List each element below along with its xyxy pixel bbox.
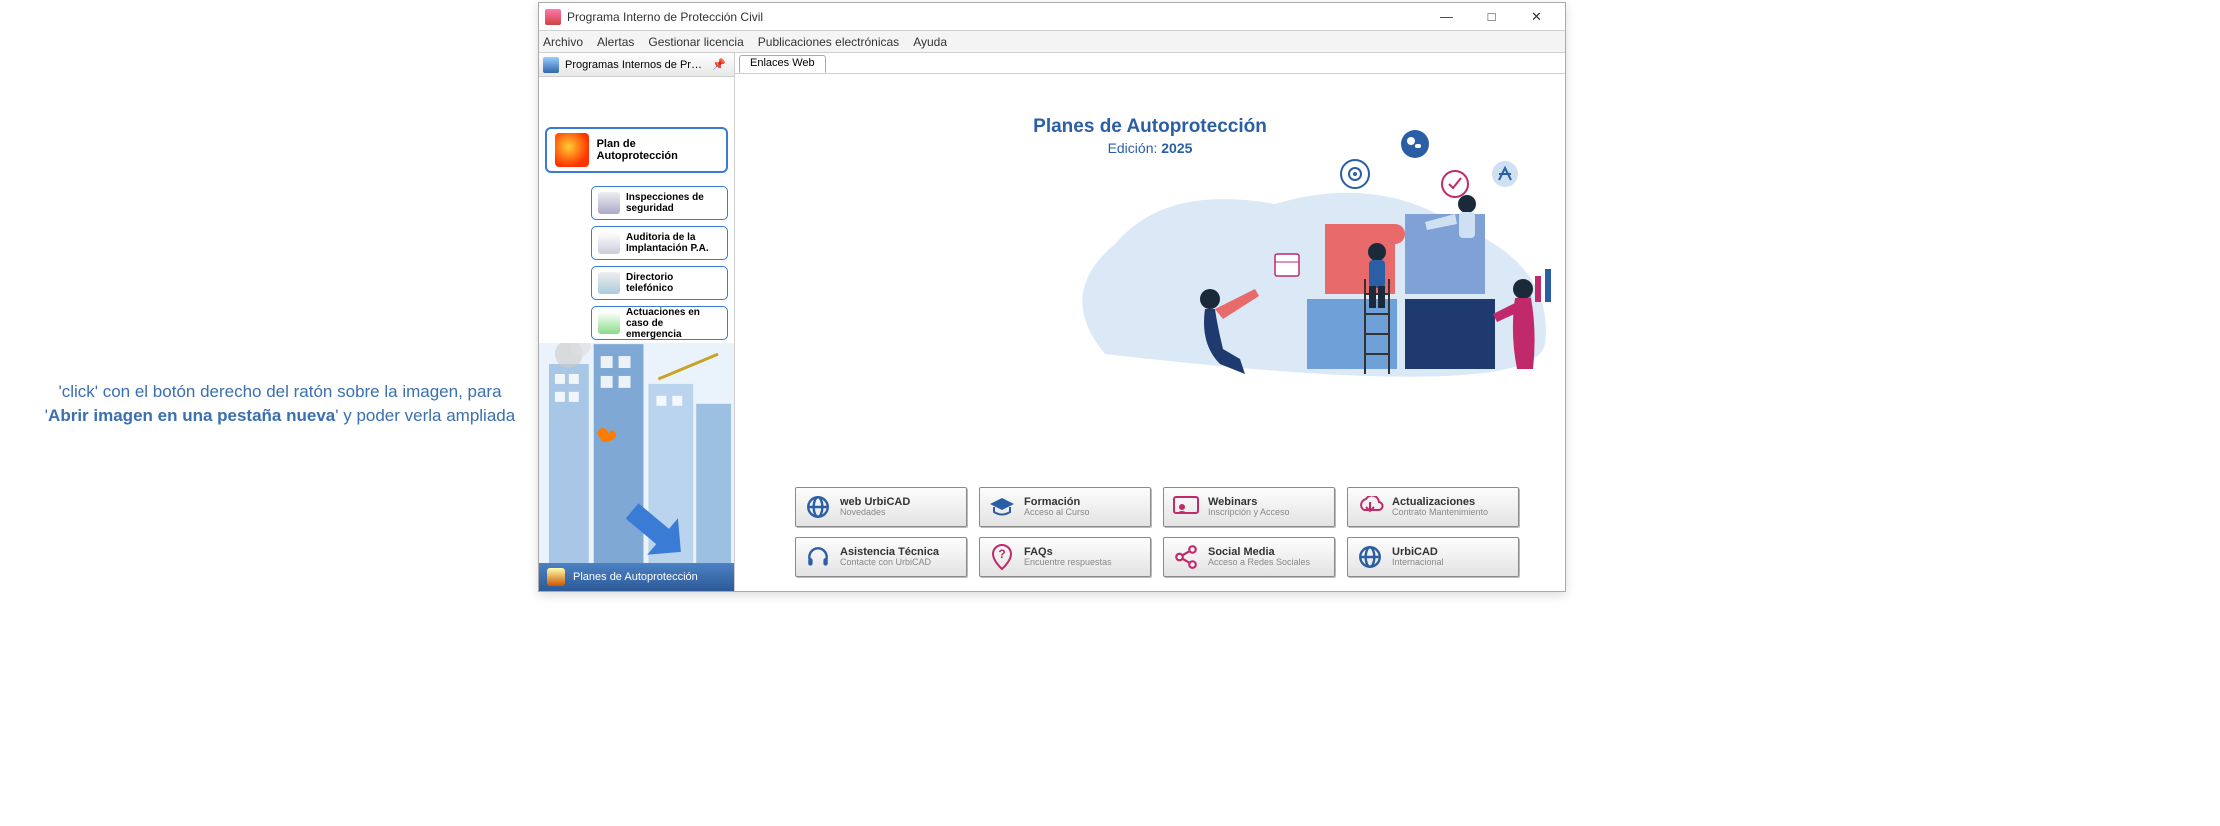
sidebar: Programas Internos de Protección.. 📌 Pla…: [539, 53, 735, 591]
minimize-button[interactable]: —: [1424, 3, 1469, 31]
sidebar-body: Plan de Autoprotección Inspecciones de s…: [539, 77, 734, 563]
headset-icon: [804, 543, 832, 571]
btn-sub: Acceso al Curso: [1024, 508, 1090, 518]
sidebar-header-icon: [543, 57, 559, 73]
actuaciones-button[interactable]: Actuaciones en caso de emergencia: [591, 306, 728, 340]
close-button[interactable]: ✕: [1514, 3, 1559, 31]
titlebar: Programa Interno de Protección Civil — □…: [539, 3, 1565, 31]
phone-icon: [598, 272, 620, 294]
app-window: Programa Interno de Protección Civil — □…: [538, 2, 1566, 592]
sidebar-footer-icon: [547, 568, 565, 586]
sidebar-footer-label: Planes de Autoprotección: [573, 571, 698, 583]
sidebar-header-label: Programas Internos de Protección..: [565, 59, 702, 71]
instruction-text: 'click' con el botón derecho del ratón s…: [40, 380, 520, 428]
globe-icon: [1356, 543, 1384, 571]
alert-icon: [598, 312, 620, 334]
magnifier-icon: [598, 192, 620, 214]
btn-sub: Encuentre respuestas: [1024, 558, 1112, 568]
formacion-button[interactable]: FormaciónAcceso al Curso: [979, 487, 1151, 527]
pin-icon[interactable]: 📌: [708, 58, 730, 71]
sidebar-footer[interactable]: Planes de Autoprotección: [539, 563, 734, 591]
webinar-icon: [1172, 493, 1200, 521]
btn-sub: Internacional: [1392, 558, 1444, 568]
globe-icon: [804, 493, 832, 521]
menu-alertas[interactable]: Alertas: [597, 35, 634, 49]
btn-sub: Acceso a Redes Sociales: [1208, 558, 1310, 568]
menubar: Archivo Alertas Gestionar licencia Publi…: [539, 31, 1565, 53]
hero-illustration: [1045, 114, 1565, 404]
menu-publicaciones[interactable]: Publicaciones electrónicas: [758, 35, 899, 49]
share-icon: [1172, 543, 1200, 571]
menu-archivo[interactable]: Archivo: [543, 35, 583, 49]
actuaciones-label: Actuaciones en caso de emergencia: [626, 307, 721, 340]
btn-sub: Contacte con UrbiCAD: [840, 558, 939, 568]
directorio-label: Directorio telefónico: [626, 272, 721, 294]
main-content: Planes de Autoprotección Edición: 2025: [735, 73, 1565, 591]
faqs-button[interactable]: ? FAQsEncuentre respuestas: [979, 537, 1151, 577]
download-cloud-icon: [1356, 493, 1384, 521]
link-buttons-grid: web UrbiCADNovedades FormaciónAcceso al …: [795, 487, 1535, 577]
btn-sub: Novedades: [840, 508, 910, 518]
question-pin-icon: ?: [988, 543, 1016, 571]
social-media-button[interactable]: Social MediaAcceso a Redes Sociales: [1163, 537, 1335, 577]
inspecciones-button[interactable]: Inspecciones de seguridad: [591, 186, 728, 220]
instruction-line2: 'Abrir imagen en una pestaña nueva' y po…: [40, 404, 520, 428]
main-pane: Enlaces Web Planes de Autoprotección Edi…: [735, 53, 1565, 591]
directorio-button[interactable]: Directorio telefónico: [591, 266, 728, 300]
btn-sub: Contrato Mantenimiento: [1392, 508, 1488, 518]
app-icon: [545, 9, 561, 25]
svg-text:?: ?: [998, 547, 1005, 561]
content-area: Programas Internos de Protección.. 📌 Pla…: [539, 53, 1565, 591]
inspecciones-label: Inspecciones de seguridad: [626, 192, 721, 214]
maximize-button[interactable]: □: [1469, 3, 1514, 31]
plan-autoproteccion-label: Plan de Autoprotección: [597, 138, 718, 162]
menu-ayuda[interactable]: Ayuda: [913, 35, 947, 49]
urbicad-intl-button[interactable]: UrbiCADInternacional: [1347, 537, 1519, 577]
webinars-button[interactable]: WebinarsInscripción y Acceso: [1163, 487, 1335, 527]
fire-icon: [555, 133, 589, 167]
btn-sub: Inscripción y Acceso: [1208, 508, 1290, 518]
tab-enlaces-web[interactable]: Enlaces Web: [739, 55, 826, 73]
auditoria-button[interactable]: Auditoria de la Implantación P.A.: [591, 226, 728, 260]
book-icon: [598, 232, 620, 254]
web-urbicad-button[interactable]: web UrbiCADNovedades: [795, 487, 967, 527]
window-controls: — □ ✕: [1424, 3, 1559, 31]
graduation-icon: [988, 493, 1016, 521]
actualizaciones-button[interactable]: ActualizacionesContrato Mantenimiento: [1347, 487, 1519, 527]
auditoria-label: Auditoria de la Implantación P.A.: [626, 232, 721, 254]
window-title: Programa Interno de Protección Civil: [567, 10, 1418, 24]
sidebar-header: Programas Internos de Protección.. 📌: [539, 53, 734, 77]
sidebar-illustration: [539, 343, 734, 563]
asistencia-button[interactable]: Asistencia TécnicaContacte con UrbiCAD: [795, 537, 967, 577]
tab-strip: Enlaces Web: [739, 55, 826, 73]
instruction-line1: 'click' con el botón derecho del ratón s…: [40, 380, 520, 404]
menu-gestionar[interactable]: Gestionar licencia: [648, 35, 743, 49]
plan-autoproteccion-button[interactable]: Plan de Autoprotección: [545, 127, 728, 173]
